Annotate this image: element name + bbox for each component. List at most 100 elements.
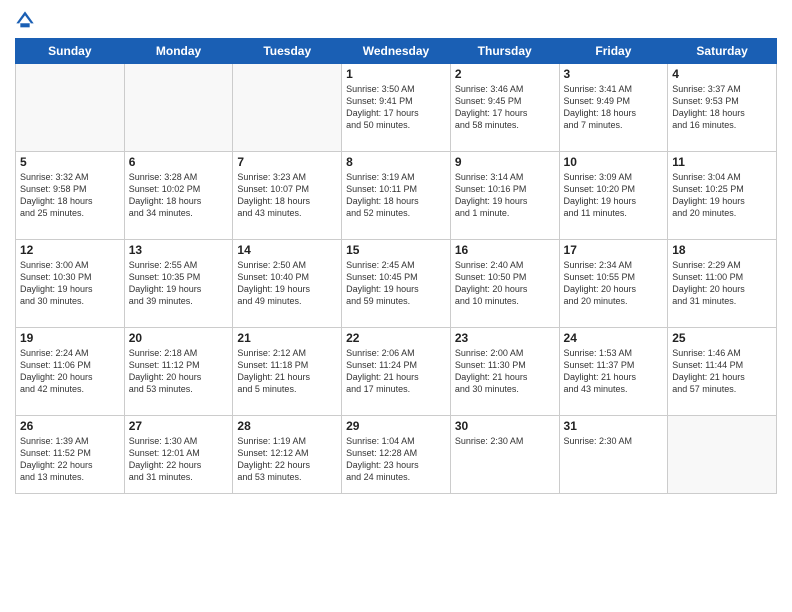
- day-number: 28: [237, 419, 337, 433]
- cal-cell-11: 11 Sunrise: 3:04 AM Sunset: 10:25 PM Dayl…: [668, 152, 777, 240]
- cal-cell-19: 19 Sunrise: 2:24 AM Sunset: 11:06 PM Dayl…: [16, 328, 125, 416]
- cell-text: Sunrise: 2:40 AM Sunset: 10:50 PM Daylig…: [455, 259, 555, 308]
- day-number: 31: [564, 419, 664, 433]
- week-row-1: 1 Sunrise: 3:50 AM Sunset: 9:41 PM Daylig…: [16, 64, 777, 152]
- day-number: 29: [346, 419, 446, 433]
- day-number: 8: [346, 155, 446, 169]
- cal-cell-empty-2: [233, 64, 342, 152]
- cell-text: Sunrise: 2:00 AM Sunset: 11:30 PM Daylig…: [455, 347, 555, 396]
- day-number: 18: [672, 243, 772, 257]
- cal-cell-7: 7 Sunrise: 3:23 AM Sunset: 10:07 PM Dayli…: [233, 152, 342, 240]
- day-number: 24: [564, 331, 664, 345]
- cal-cell-15: 15 Sunrise: 2:45 AM Sunset: 10:45 PM Dayl…: [342, 240, 451, 328]
- day-header-thursday: Thursday: [450, 39, 559, 64]
- day-number: 3: [564, 67, 664, 81]
- week-row-2: 5Sunrise: 3:32 AM Sunset: 9:58 PM Daylig…: [16, 152, 777, 240]
- day-number: 23: [455, 331, 555, 345]
- day-number: 20: [129, 331, 229, 345]
- day-header-monday: Monday: [124, 39, 233, 64]
- cal-cell-22: 22Sunrise: 2:06 AM Sunset: 11:24 PM Dayl…: [342, 328, 451, 416]
- day-header-friday: Friday: [559, 39, 668, 64]
- cal-cell-28: 28 Sunrise: 1:19 AM Sunset: 12:12 AM Dayl…: [233, 416, 342, 494]
- cal-cell-24: 24 Sunrise: 1:53 AM Sunset: 11:37 PM Dayl…: [559, 328, 668, 416]
- day-number: 11: [672, 155, 772, 169]
- cell-text: Sunrise: 2:18 AM Sunset: 11:12 PM Daylig…: [129, 347, 229, 396]
- cell-text: Sunrise: 2:50 AM Sunset: 10:40 PM Daylig…: [237, 259, 337, 308]
- cal-cell-3: 3 Sunrise: 3:41 AM Sunset: 9:49 PM Daylig…: [559, 64, 668, 152]
- cell-text: Sunrise: 3:41 AM Sunset: 9:49 PM Dayligh…: [564, 83, 664, 132]
- cell-text: Sunrise: 3:14 AM Sunset: 10:16 PM Daylig…: [455, 171, 555, 220]
- cell-text: Sunrise: 3:37 AM Sunset: 9:53 PM Dayligh…: [672, 83, 772, 132]
- cell-text: Sunrise: 2:34 AM Sunset: 10:55 PM Daylig…: [564, 259, 664, 308]
- week-row-3: 12 Sunrise: 3:00 AM Sunset: 10:30 PM Dayl…: [16, 240, 777, 328]
- day-number: 12: [20, 243, 120, 257]
- cal-cell-9: 9 Sunrise: 3:14 AM Sunset: 10:16 PM Dayli…: [450, 152, 559, 240]
- day-number: 19: [20, 331, 120, 345]
- cell-text: Sunrise: 3:50 AM Sunset: 9:41 PM Dayligh…: [346, 83, 446, 132]
- cell-text: Sunrise: 2:45 AM Sunset: 10:45 PM Daylig…: [346, 259, 446, 308]
- cell-text: Sunrise: 1:30 AM Sunset: 12:01 AM Daylig…: [129, 435, 229, 484]
- cell-text: Sunrise: 3:28 AM Sunset: 10:02 PM Daylig…: [129, 171, 229, 220]
- cell-text: Sunrise: 3:46 AM Sunset: 9:45 PM Dayligh…: [455, 83, 555, 132]
- cell-text: Sunrise: 1:53 AM Sunset: 11:37 PM Daylig…: [564, 347, 664, 396]
- cal-cell-17: 17 Sunrise: 2:34 AM Sunset: 10:55 PM Dayl…: [559, 240, 668, 328]
- cell-text: Sunrise: 2:30 AM: [564, 435, 664, 447]
- cal-cell-27: 27 Sunrise: 1:30 AM Sunset: 12:01 AM Dayl…: [124, 416, 233, 494]
- day-number: 17: [564, 243, 664, 257]
- day-number: 15: [346, 243, 446, 257]
- day-number: 13: [129, 243, 229, 257]
- cell-text: Sunrise: 1:39 AM Sunset: 11:52 PM Daylig…: [20, 435, 120, 484]
- day-number: 22: [346, 331, 446, 345]
- week-row-4: 19 Sunrise: 2:24 AM Sunset: 11:06 PM Dayl…: [16, 328, 777, 416]
- cell-text: Sunrise: 2:24 AM Sunset: 11:06 PM Daylig…: [20, 347, 120, 396]
- cal-cell-2: 2 Sunrise: 3:46 AM Sunset: 9:45 PM Daylig…: [450, 64, 559, 152]
- logo-icon: [15, 10, 35, 30]
- cal-cell-8: 8 Sunrise: 3:19 AM Sunset: 10:11 PM Dayli…: [342, 152, 451, 240]
- day-number: 9: [455, 155, 555, 169]
- day-number: 16: [455, 243, 555, 257]
- day-header-tuesday: Tuesday: [233, 39, 342, 64]
- cal-cell-31: 31 Sunrise: 2:30 AM: [559, 416, 668, 494]
- cal-cell-21: 21Sunrise: 2:12 AM Sunset: 11:18 PM Dayl…: [233, 328, 342, 416]
- cell-text: Sunrise: 3:09 AM Sunset: 10:20 PM Daylig…: [564, 171, 664, 220]
- cal-cell-empty-1: [124, 64, 233, 152]
- day-number: 14: [237, 243, 337, 257]
- cal-cell-4: 4 Sunrise: 3:37 AM Sunset: 9:53 PM Daylig…: [668, 64, 777, 152]
- cal-cell-18: 18Sunrise: 2:29 AM Sunset: 11:00 PM Dayl…: [668, 240, 777, 328]
- cell-text: Sunrise: 3:19 AM Sunset: 10:11 PM Daylig…: [346, 171, 446, 220]
- day-number: 2: [455, 67, 555, 81]
- cell-text: Sunrise: 1:04 AM Sunset: 12:28 AM Daylig…: [346, 435, 446, 484]
- day-number: 7: [237, 155, 337, 169]
- day-number: 6: [129, 155, 229, 169]
- day-number: 25: [672, 331, 772, 345]
- cal-cell-1: 1 Sunrise: 3:50 AM Sunset: 9:41 PM Daylig…: [342, 64, 451, 152]
- cal-cell-30: 30 Sunrise: 2:30 AM: [450, 416, 559, 494]
- day-header-saturday: Saturday: [668, 39, 777, 64]
- day-number: 4: [672, 67, 772, 81]
- cell-text: Sunrise: 3:04 AM Sunset: 10:25 PM Daylig…: [672, 171, 772, 220]
- header: [15, 10, 777, 30]
- cell-text: Sunrise: 1:46 AM Sunset: 11:44 PM Daylig…: [672, 347, 772, 396]
- day-number: 1: [346, 67, 446, 81]
- cell-text: Sunrise: 3:23 AM Sunset: 10:07 PM Daylig…: [237, 171, 337, 220]
- cell-text: Sunrise: 2:30 AM: [455, 435, 555, 447]
- cell-text: Sunrise: 1:19 AM Sunset: 12:12 AM Daylig…: [237, 435, 337, 484]
- day-number: 30: [455, 419, 555, 433]
- cell-text: Sunrise: 2:55 AM Sunset: 10:35 PM Daylig…: [129, 259, 229, 308]
- day-number: 5: [20, 155, 120, 169]
- cal-cell-14: 14 Sunrise: 2:50 AM Sunset: 10:40 PM Dayl…: [233, 240, 342, 328]
- cal-cell-10: 10 Sunrise: 3:09 AM Sunset: 10:20 PM Dayl…: [559, 152, 668, 240]
- cal-cell-empty-6: [668, 416, 777, 494]
- day-header-sunday: Sunday: [16, 39, 125, 64]
- cal-cell-23: 23 Sunrise: 2:00 AM Sunset: 11:30 PM Dayl…: [450, 328, 559, 416]
- cal-cell-6: 6 Sunrise: 3:28 AM Sunset: 10:02 PM Dayli…: [124, 152, 233, 240]
- cal-cell-25: 25 Sunrise: 1:46 AM Sunset: 11:44 PM Dayl…: [668, 328, 777, 416]
- cal-cell-26: 26Sunrise: 1:39 AM Sunset: 11:52 PM Dayl…: [16, 416, 125, 494]
- week-row-5: 26Sunrise: 1:39 AM Sunset: 11:52 PM Dayl…: [16, 416, 777, 494]
- day-header-wednesday: Wednesday: [342, 39, 451, 64]
- cal-cell-12: 12 Sunrise: 3:00 AM Sunset: 10:30 PM Dayl…: [16, 240, 125, 328]
- cal-cell-16: 16 Sunrise: 2:40 AM Sunset: 10:50 PM Dayl…: [450, 240, 559, 328]
- day-number: 27: [129, 419, 229, 433]
- cell-text: Sunrise: 3:00 AM Sunset: 10:30 PM Daylig…: [20, 259, 120, 308]
- day-number: 10: [564, 155, 664, 169]
